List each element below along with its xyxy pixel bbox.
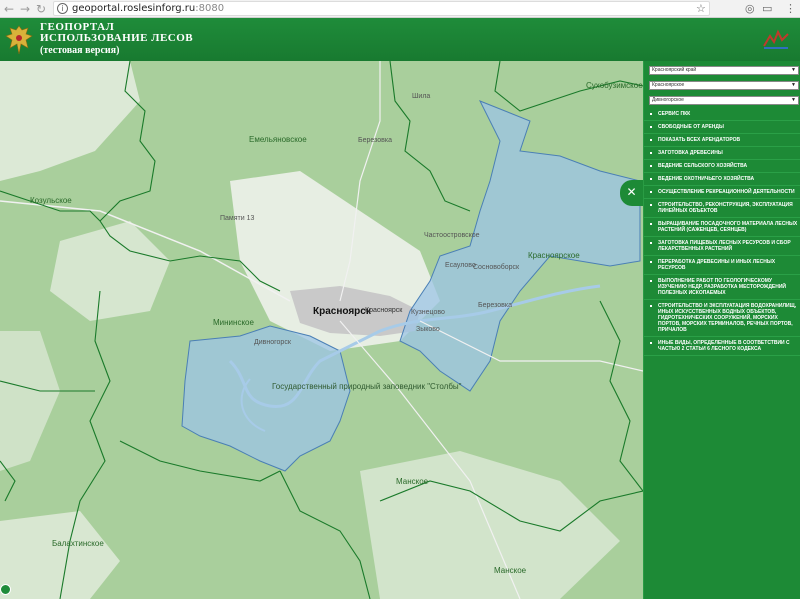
map-label-sukhobuz: Сухобузимское <box>586 81 643 90</box>
map-label-kuznetsovo: Кузнецово <box>411 309 445 316</box>
menu-item-pkk-service[interactable]: СЕРВИС ПКК <box>644 108 800 121</box>
region-select-value: Красноярский край <box>652 67 697 73</box>
map-label-manskoe: Манское <box>396 477 429 486</box>
menu-item-planting-material[interactable]: ВЫРАЩИВАНИЕ ПОСАДОЧНОГО МАТЕРИАЛА ЛЕСНЫХ… <box>644 218 800 237</box>
forestry-select-value: Красноярское <box>652 82 685 88</box>
menu-item-free-from-lease[interactable]: СВОБОДНЫЕ ОТ АРЕНДЫ <box>644 121 800 134</box>
map-label-beryozovka: Березовка <box>478 302 512 309</box>
district-select-value: Дивногорское <box>652 97 684 103</box>
menu-item-all-tenants[interactable]: ПОКАЗАТЬ ВСЕХ АРЕНДАТОРОВ <box>644 134 800 147</box>
region-select[interactable]: Красноярский край ▼ <box>649 66 799 75</box>
menu-item-linear-objects[interactable]: СТРОИТЕЛЬСТВО, РЕКОНСТРУКЦИЯ, ЭКСПЛУАТАЦ… <box>644 199 800 218</box>
menu-item-reservoirs[interactable]: СТРОИТЕЛЬСТВО И ЭКСПЛУАТАЦИЯ ВОДОХРАНИЛИ… <box>644 300 800 337</box>
chevron-down-icon: ▼ <box>791 82 796 88</box>
map-label-zykovo: Зыково <box>416 326 440 333</box>
menu-item-timber-harvesting[interactable]: ЗАГОТОВКА ДРЕВЕСИНЫ <box>644 147 800 160</box>
map-label-krasnoyarskoe: Красноярское <box>528 251 580 260</box>
arrow-right-icon[interactable]: → <box>20 1 30 17</box>
map-label-chastoostrovskoe: Частоостровское <box>424 232 480 239</box>
menu-item-geology[interactable]: ВЫПОЛНЕНИЕ РАБОТ ПО ГЕОЛОГИЧЕСКОМУ ИЗУЧЕ… <box>644 275 800 300</box>
url-text: geoportal.roslesinforg.ru:8080 <box>72 3 225 14</box>
map-label-emelyan: Емельяновское <box>249 135 307 144</box>
portal-header: ГЕОПОРТАЛ ИСПОЛЬЗОВАНИЕ ЛЕСОВ (тестовая … <box>0 18 800 61</box>
menu-item-recreation[interactable]: ОСУЩЕСТВЛЕНИЕ РЕКРЕАЦИОННОЙ ДЕЯТЕЛЬНОСТИ <box>644 186 800 199</box>
star-icon[interactable]: ☆ <box>696 1 706 17</box>
chevron-down-icon: ▼ <box>791 97 796 103</box>
side-panel: Красноярский край ▼ Красноярское ▼ Дивно… <box>643 61 800 599</box>
title-line-3: (тестовая версия) <box>40 45 120 56</box>
window-icon[interactable]: ▭ <box>762 1 772 17</box>
land-patch <box>360 451 620 599</box>
double-eagle-emblem-icon <box>5 25 33 55</box>
menu-item-hunting[interactable]: ВЕДЕНИЕ ОХОТНИЧЬЕГО ХОЗЯЙСТВА <box>644 173 800 186</box>
reload-icon[interactable]: ↻ <box>36 1 46 17</box>
title-line-2: ИСПОЛЬЗОВАНИЕ ЛЕСОВ <box>40 32 194 44</box>
info-icon[interactable]: i <box>57 3 68 14</box>
map-view[interactable]: Сухобузимское Емельяновское Козульское К… <box>0 61 643 599</box>
land-patch <box>0 61 140 181</box>
close-icon[interactable]: ✕ <box>620 180 643 206</box>
map-label-kozulka: Козульское <box>30 196 72 205</box>
forestry-select[interactable]: Красноярское ▼ <box>649 81 799 90</box>
address-bar[interactable]: i geoportal.roslesinforg.ru:8080 <box>53 1 710 16</box>
menu-item-other[interactable]: ИНЫЕ ВИДЫ, ОПРЕДЕЛЕННЫЕ В СООТВЕТСТВИИ С… <box>644 337 800 356</box>
extension-icon[interactable]: ◎ <box>745 1 755 17</box>
map-canvas[interactable] <box>0 61 643 599</box>
menu-item-wood-processing[interactable]: ПЕРЕРАБОТКА ДРЕВЕСИНЫ И ИНЫХ ЛЕСНЫХ РЕСУ… <box>644 256 800 275</box>
map-label-shila: Шила <box>412 93 431 100</box>
roslesinforg-logo-icon[interactable] <box>762 28 790 50</box>
map-label-esaulovo: Есаулово <box>445 262 476 269</box>
browser-toolbar: ← → ↻ i geoportal.roslesinforg.ru:8080 ☆… <box>0 0 800 18</box>
menu-item-agriculture[interactable]: ВЕДЕНИЕ СЕЛЬСКОГО ХОЗЯЙСТВА <box>644 160 800 173</box>
map-label-sosnovoborsk: Сосновоборск <box>473 264 520 271</box>
lease-area-west[interactable] <box>181 325 351 472</box>
lease-area-east[interactable] <box>399 100 641 392</box>
map-label-berezovka: Березовка <box>358 137 392 144</box>
land-patch <box>0 511 120 599</box>
map-label-balakhta: Балахтинское <box>52 539 104 548</box>
more-vert-icon[interactable]: ⋮ <box>785 1 796 17</box>
usage-type-menu: СЕРВИС ПКК СВОБОДНЫЕ ОТ АРЕНДЫ ПОКАЗАТЬ … <box>644 108 800 356</box>
map-layer-control-icon[interactable] <box>0 584 11 595</box>
map-label-divnogorsk: Дивногорск <box>254 339 291 346</box>
map-label-krasnoyarsk-2: Красноярск <box>365 307 403 314</box>
map-label-manskoe-2: Манское <box>494 566 527 575</box>
portal-title: ГЕОПОРТАЛ ИСПОЛЬЗОВАНИЕ ЛЕСОВ (тестовая … <box>40 22 194 57</box>
map-label-krasnoyarsk: Красноярск <box>313 306 371 317</box>
map-label-stolby: Государственный природный заповедник "Ст… <box>272 382 462 391</box>
menu-item-food-resources[interactable]: ЗАГОТОВКА ПИЩЕВЫХ ЛЕСНЫХ РЕСУРСОВ И СБОР… <box>644 237 800 256</box>
district-select[interactable]: Дивногорское ▼ <box>649 96 799 105</box>
land-patch <box>0 331 60 471</box>
arrow-left-icon[interactable]: ← <box>4 1 14 17</box>
chevron-down-icon: ▼ <box>791 67 796 73</box>
map-label-minino: Мининское <box>213 318 254 327</box>
map-label-pimi: Памяти 13 <box>220 215 255 222</box>
